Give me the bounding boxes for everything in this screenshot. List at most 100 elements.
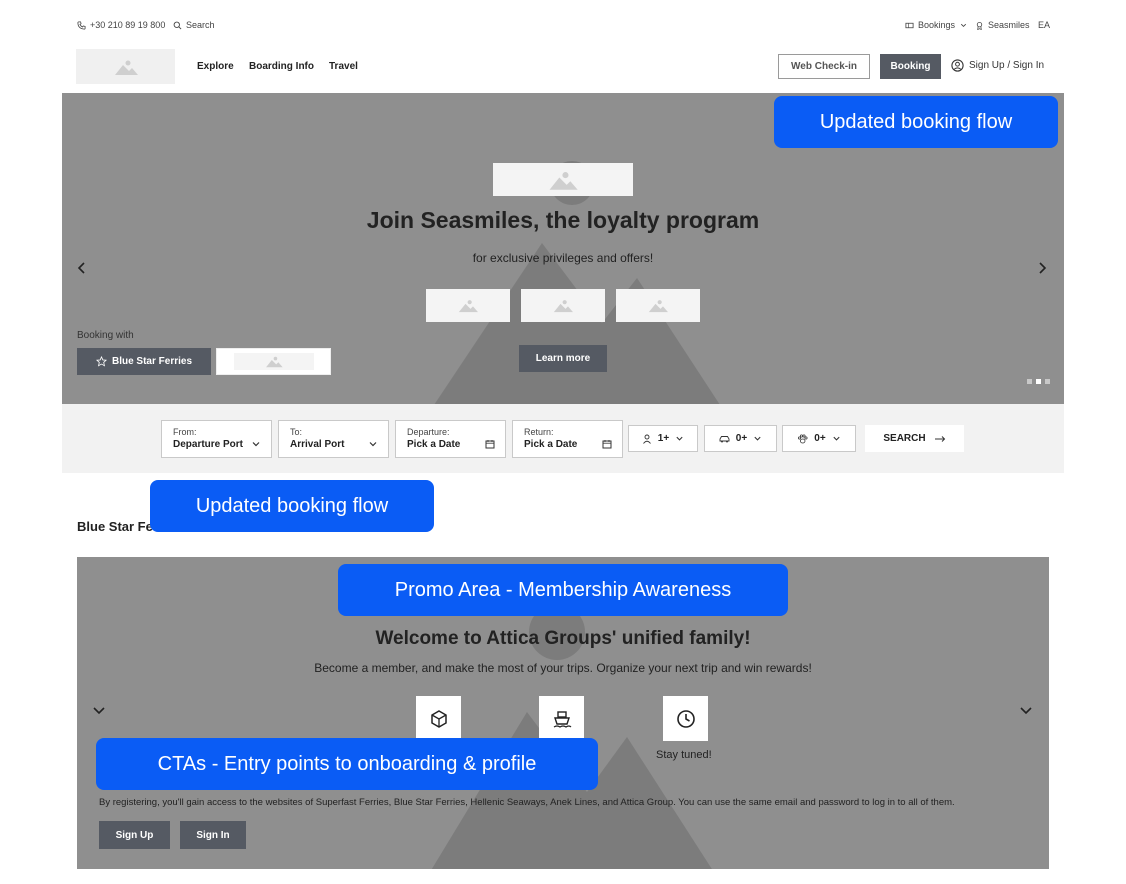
promo-feature-package xyxy=(416,696,461,741)
passengers-select[interactable]: 1+ xyxy=(628,425,698,452)
bookings-label: Bookings xyxy=(918,20,956,30)
bookings-dropdown[interactable]: Bookings xyxy=(905,20,968,30)
chevron-down-icon xyxy=(754,436,761,441)
nav-travel[interactable]: Travel xyxy=(329,61,358,72)
signin-link[interactable]: Sign Up / Sign In xyxy=(951,59,1044,72)
phone-number: +30 210 89 19 800 xyxy=(90,20,166,30)
hero-logo-image xyxy=(493,163,633,196)
carousel-dots xyxy=(1027,379,1050,384)
pets-value: 0+ xyxy=(814,433,826,444)
carousel-dot-active[interactable] xyxy=(1036,379,1041,384)
promo-subtitle: Become a member, and make the most of yo… xyxy=(314,661,812,675)
image-placeholder-icon xyxy=(549,171,578,190)
sign-up-button[interactable]: Sign Up xyxy=(99,821,170,849)
to-label: To: xyxy=(290,427,303,437)
sign-in-button[interactable]: Sign In xyxy=(180,821,246,849)
search-button-label: SEARCH xyxy=(883,433,926,444)
nav-boarding-info[interactable]: Boarding Info xyxy=(249,61,314,72)
user-circle-icon xyxy=(951,59,964,72)
person-icon xyxy=(642,434,651,444)
partner-logo xyxy=(426,289,510,322)
clock-icon xyxy=(676,709,695,728)
package-icon xyxy=(430,709,447,728)
to-value: Arrival Port xyxy=(290,439,345,450)
departure-date-field[interactable]: Departure: Pick a Date xyxy=(395,420,506,458)
passengers-value: 1+ xyxy=(657,433,670,444)
star-icon xyxy=(95,356,107,367)
search-label: Search xyxy=(186,20,215,30)
image-placeholder-icon xyxy=(648,300,668,313)
annotation-promo-area: Promo Area - Membership Awareness xyxy=(338,564,788,616)
phone-link[interactable]: +30 210 89 19 800 xyxy=(77,20,165,30)
vehicles-value: 0+ xyxy=(735,433,748,444)
chevron-down-icon xyxy=(676,436,683,441)
search-link[interactable]: Search xyxy=(173,20,215,30)
annotation-booking-flow-top: Updated booking flow xyxy=(774,96,1058,148)
search-icon xyxy=(173,21,182,29)
image-placeholder-icon xyxy=(265,356,283,368)
chevron-down-icon xyxy=(833,436,840,441)
promo-feature-clock xyxy=(663,696,708,741)
image-placeholder-icon xyxy=(553,300,573,313)
award-icon xyxy=(976,21,983,30)
car-icon xyxy=(719,435,730,442)
booking-with-label: Booking with xyxy=(77,330,134,341)
ship-icon xyxy=(553,710,571,728)
carousel-prev-arrow-icon[interactable] xyxy=(76,259,88,280)
annotation-ctas: CTAs - Entry points to onboarding & prof… xyxy=(96,738,598,790)
calendar-icon xyxy=(485,440,495,449)
from-value: Departure Port xyxy=(173,439,244,450)
nav-explore[interactable]: Explore xyxy=(197,61,234,72)
phone-icon xyxy=(77,20,86,30)
chevron-down-icon xyxy=(960,23,967,27)
booking-search-bar: From: Departure Port To: Arrival Port De… xyxy=(62,404,1064,473)
departure-value: Pick a Date xyxy=(407,439,461,450)
pets-select[interactable]: 0+ xyxy=(782,425,856,452)
image-placeholder-icon xyxy=(114,60,138,75)
blue-star-ferries-label: Blue Star Ferries xyxy=(111,356,193,367)
operator-logo-placeholder xyxy=(233,353,314,370)
to-port-select[interactable]: To: Arrival Port xyxy=(278,420,389,458)
annotation-booking-flow-bottom: Updated booking flow xyxy=(150,480,434,532)
promo-next-chevron-icon[interactable] xyxy=(1019,703,1033,719)
site-logo[interactable] xyxy=(76,49,175,84)
stay-tuned-label: Stay tuned! xyxy=(656,749,712,761)
promo-title: Welcome to Attica Groups' unified family… xyxy=(375,628,751,649)
partner-logo xyxy=(616,289,700,322)
seasmiles-label: Seasmiles xyxy=(988,20,1030,30)
return-date-field[interactable]: Return: Pick a Date xyxy=(512,420,623,458)
language-switch[interactable]: EA xyxy=(1038,20,1050,30)
alt-operator-logo-button[interactable] xyxy=(216,348,331,375)
return-label: Return: xyxy=(524,427,554,437)
image-placeholder-icon xyxy=(458,300,478,313)
section-title: Blue Star Fe xyxy=(77,519,153,534)
web-checkin-button[interactable]: Web Check-in xyxy=(778,54,870,79)
carousel-dot[interactable] xyxy=(1045,379,1050,384)
partner-logo xyxy=(521,289,605,322)
signin-label: Sign Up / Sign In xyxy=(969,60,1045,71)
return-value: Pick a Date xyxy=(524,439,578,450)
departure-label: Departure: xyxy=(407,427,450,437)
search-button[interactable]: SEARCH xyxy=(865,425,964,452)
blue-star-ferries-button[interactable]: Blue Star Ferries xyxy=(77,348,211,375)
carousel-dot[interactable] xyxy=(1027,379,1032,384)
ticket-icon xyxy=(905,22,914,28)
vehicles-select[interactable]: 0+ xyxy=(704,425,777,452)
paw-icon xyxy=(798,433,808,443)
carousel-next-arrow-icon[interactable] xyxy=(1036,259,1048,280)
promo-prev-chevron-icon[interactable] xyxy=(92,703,106,719)
chevron-down-icon xyxy=(252,442,260,447)
registration-note: By registering, you'll gain access to th… xyxy=(99,797,955,808)
from-port-select[interactable]: From: Departure Port xyxy=(161,420,272,458)
arrow-right-icon xyxy=(934,435,945,442)
from-label: From: xyxy=(173,427,197,437)
seasmiles-link[interactable]: Seasmiles xyxy=(975,20,1030,30)
learn-more-button[interactable]: Learn more xyxy=(519,345,607,372)
booking-button[interactable]: Booking xyxy=(880,54,941,79)
calendar-icon xyxy=(602,440,612,449)
promo-feature-ship xyxy=(539,696,584,741)
chevron-down-icon xyxy=(369,442,377,447)
hero-subtitle: for exclusive privileges and offers! xyxy=(472,251,654,265)
language-label: EA xyxy=(1038,20,1051,30)
hero-title: Join Seasmiles, the loyalty program xyxy=(366,207,760,233)
